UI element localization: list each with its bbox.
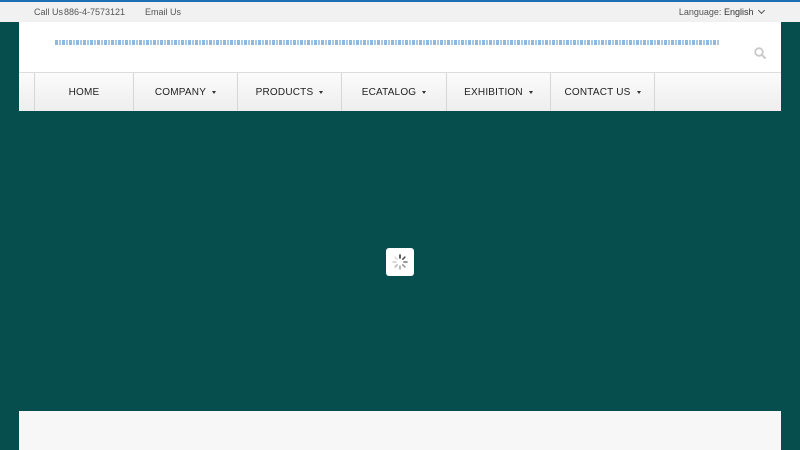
search-icon[interactable] bbox=[754, 47, 766, 59]
phone-number-link[interactable]: 886-4-7573121 bbox=[64, 6, 125, 18]
nav-item-label: HOME bbox=[68, 86, 100, 98]
loading-indicator bbox=[386, 248, 414, 276]
nav-item-exhibition[interactable]: EXHIBITION bbox=[446, 73, 550, 111]
caret-down-icon bbox=[422, 90, 427, 94]
chevron-down-icon bbox=[757, 6, 766, 15]
caret-down-icon bbox=[212, 90, 217, 94]
language-value: English bbox=[723, 7, 754, 17]
caret-down-icon bbox=[528, 90, 533, 94]
site-header bbox=[19, 22, 781, 72]
loading-spinner-icon bbox=[392, 254, 408, 270]
nav-item-label: PRODUCTS bbox=[255, 86, 314, 98]
caret-down-icon bbox=[319, 90, 324, 94]
nav-item-label: COMPANY bbox=[154, 86, 207, 98]
call-us-label: Call Us bbox=[34, 7, 64, 17]
email-us-link[interactable]: Email Us bbox=[145, 6, 181, 18]
language-label: Language: bbox=[678, 7, 722, 17]
nav-item-contact-us[interactable]: CONTACT US bbox=[550, 73, 655, 111]
content-panel bbox=[19, 411, 781, 450]
nav-item-ecatalog[interactable]: ECATALOG bbox=[341, 73, 446, 111]
nav-item-products[interactable]: PRODUCTS bbox=[237, 73, 341, 111]
main-navigation: HOME COMPANY PRODUCTS ECATALOG EXHIBITIO… bbox=[19, 72, 781, 111]
site-logo[interactable] bbox=[55, 37, 719, 48]
logo-graphic bbox=[55, 40, 719, 45]
caret-down-icon bbox=[636, 90, 641, 94]
language-selector[interactable]: Language: English bbox=[678, 6, 766, 18]
nav-item-label: ECATALOG bbox=[361, 86, 417, 98]
nav-item-label: EXHIBITION bbox=[464, 86, 523, 98]
nav-item-company[interactable]: COMPANY bbox=[133, 73, 237, 111]
nav-item-label: CONTACT US bbox=[564, 86, 631, 98]
nav-item-home[interactable]: HOME bbox=[34, 73, 133, 111]
top-utility-bar: Call Us 886-4-7573121 Email Us Language:… bbox=[0, 2, 800, 22]
